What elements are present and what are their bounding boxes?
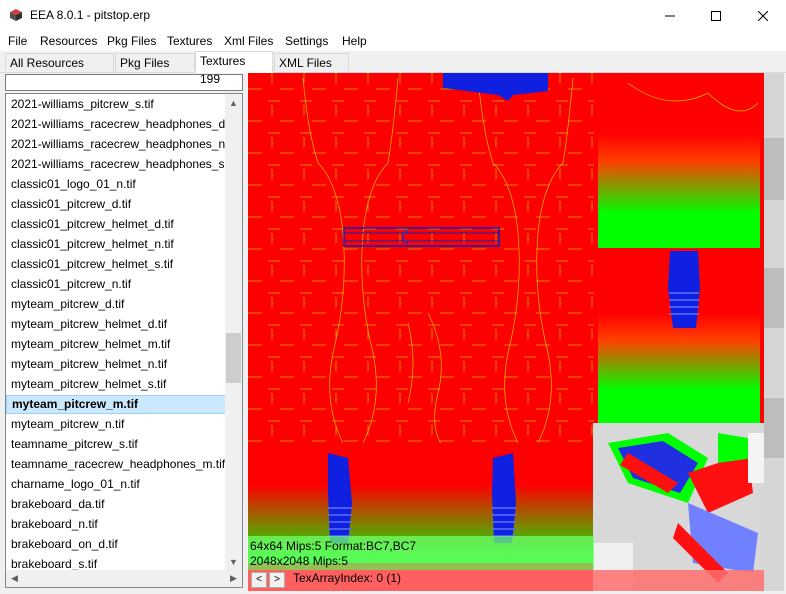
texture-preview[interactable]	[248, 73, 764, 591]
scroll-up-icon[interactable]: ▲	[225, 94, 242, 111]
texture-list-item[interactable]: teamname_racecrew_headphones_m.tif	[6, 455, 226, 474]
texture-list-item[interactable]: teamname_pitcrew_s.tif	[6, 435, 226, 454]
window-title: EEA 8.0.1 - pitstop.erp	[30, 8, 151, 22]
texture-info-format: 64x64 Mips:5 Format:BC7,BC7	[250, 539, 417, 553]
texture-list-item[interactable]: myteam_pitcrew_helmet_m.tif	[6, 335, 226, 354]
texture-list-item[interactable]: classic01_pitcrew_helmet_s.tif	[6, 255, 226, 274]
preview-scrollbar[interactable]	[764, 73, 784, 591]
close-button[interactable]	[740, 0, 786, 31]
texture-list-item[interactable]: 2021-williams_racecrew_headphones_s.tif	[6, 155, 226, 174]
maximize-button[interactable]	[693, 0, 739, 31]
close-icon	[758, 10, 768, 21]
texture-list-item[interactable]: brakeboard_da.tif	[6, 495, 226, 514]
scroll-down-icon[interactable]: ▼	[225, 553, 242, 570]
prev-array-button[interactable]: <	[251, 572, 267, 588]
maximize-icon	[711, 10, 721, 21]
texture-list-item[interactable]: classic01_pitcrew_n.tif	[6, 275, 226, 294]
menu-settings[interactable]: Settings	[285, 34, 328, 48]
menu-pkg-files[interactable]: Pkg Files	[107, 34, 156, 48]
minimize-button[interactable]	[647, 0, 693, 31]
texture-list-item[interactable]: brakeboard_on_d.tif	[6, 535, 226, 554]
texture-list-item[interactable]: classic01_pitcrew_d.tif	[6, 195, 226, 214]
texture-list-item[interactable]: myteam_pitcrew_n.tif	[6, 415, 226, 434]
next-array-button[interactable]: >	[269, 572, 285, 588]
tab-pkg-files[interactable]: Pkg Files 715	[115, 53, 195, 88]
preview-scroll-track	[764, 73, 784, 591]
menu-xml-files[interactable]: Xml Files	[224, 34, 273, 48]
texture-list-item[interactable]: myteam_pitcrew_helmet_d.tif	[6, 315, 226, 334]
texture-list-item[interactable]: classic01_pitcrew_helmet_n.tif	[6, 235, 226, 254]
menu-help[interactable]: Help	[342, 34, 367, 48]
texture-list-item[interactable]: brakeboard_n.tif	[6, 515, 226, 534]
tab-textures[interactable]: Textures 199	[195, 51, 273, 86]
texture-image	[248, 73, 764, 591]
texture-list-rows: 2021-williams_pitcrew_s.tif 2021-williams…	[6, 94, 226, 570]
title-bar: EEA 8.0.1 - pitstop.erp	[0, 0, 786, 31]
scroll-thumb[interactable]	[226, 333, 241, 383]
texture-list-item[interactable]: brakeboard_s.tif	[6, 555, 226, 570]
texture-list-item[interactable]: charname_logo_01_n.tif	[6, 475, 226, 494]
menu-bar: File Resources Pkg Files Textures Xml Fi…	[0, 31, 786, 51]
texture-list-item[interactable]: classic01_logo_01_n.tif	[6, 175, 226, 194]
menu-resources[interactable]: Resources	[40, 34, 97, 48]
texture-info-size: 2048x2048 Mips:5	[250, 554, 349, 568]
texture-list-item[interactable]: 2021-williams_racecrew_headphones_n.tif	[6, 135, 226, 154]
tab-xml-files[interactable]: XML Files 44	[274, 53, 349, 88]
list-vertical-scrollbar[interactable]: ▲ ▼	[225, 94, 242, 570]
texture-list-item[interactable]: 2021-williams_racecrew_headphones_d.tif	[6, 115, 226, 134]
tab-all-resources[interactable]: All Resources 2218	[5, 53, 114, 88]
texture-list-item[interactable]: myteam_pitcrew_helmet_s.tif	[6, 375, 226, 394]
texture-list-item[interactable]: myteam_pitcrew_helmet_n.tif	[6, 355, 226, 374]
menu-file[interactable]: File	[8, 34, 27, 48]
scroll-right-icon[interactable]: ▶	[225, 570, 242, 587]
texture-list-item[interactable]: myteam_pitcrew_d.tif	[6, 295, 226, 314]
texture-list-item[interactable]: myteam_pitcrew_m.tif	[6, 395, 226, 414]
tab-strip: All Resources 2218 Pkg Files 715 Texture…	[0, 51, 786, 88]
minimize-icon	[665, 15, 675, 16]
list-horizontal-scrollbar[interactable]: ◀ ▶	[6, 570, 242, 587]
texture-list: 2021-williams_pitcrew_s.tif 2021-williams…	[5, 93, 243, 588]
scroll-left-icon[interactable]: ◀	[6, 570, 23, 587]
texture-list-item[interactable]: classic01_pitcrew_helmet_d.tif	[6, 215, 226, 234]
app-cube-icon	[10, 9, 22, 21]
menu-textures[interactable]: Textures	[167, 34, 212, 48]
texture-list-item[interactable]: 2021-williams_pitcrew_s.tif	[6, 95, 226, 114]
tex-array-index: TexArrayIndex: 0 (1)	[293, 571, 402, 585]
